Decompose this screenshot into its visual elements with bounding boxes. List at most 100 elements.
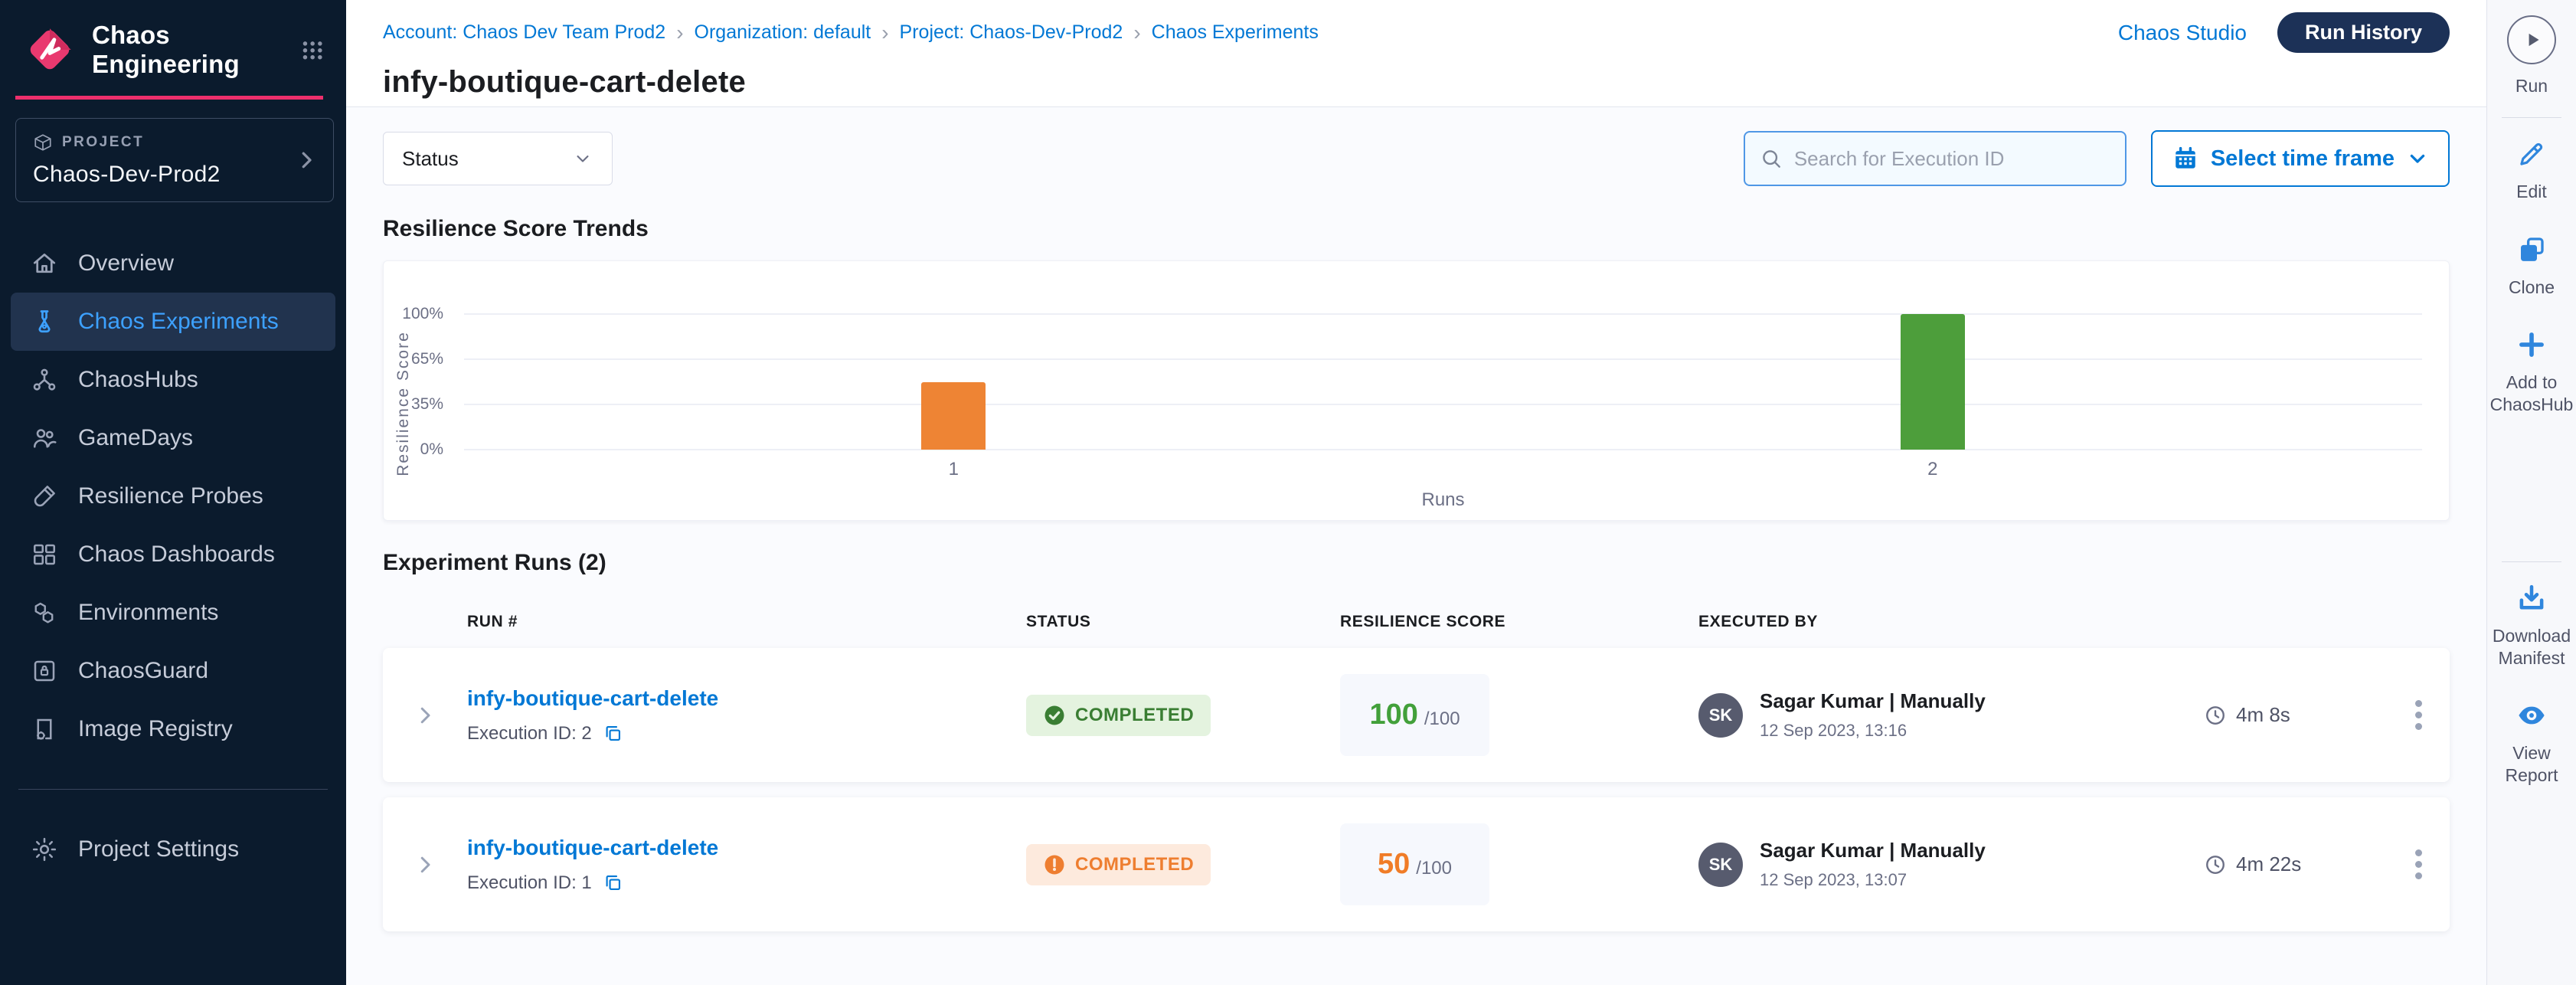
sidebar-item-label: ChaosHubs — [78, 367, 198, 393]
runs-section-title: Experiment Runs (2) — [383, 550, 2450, 576]
sidebar-item-label: Overview — [78, 250, 174, 277]
run-duration: 4m 8s — [2204, 703, 2378, 727]
y-axis-tick-label: 0% — [420, 440, 443, 459]
expand-row-chevron-icon[interactable] — [383, 853, 467, 876]
clone-icon — [2516, 234, 2548, 266]
page-title: infy-boutique-cart-delete — [383, 65, 2450, 100]
status-badge: COMPLETED — [1026, 844, 1211, 885]
download-manifest-button[interactable]: Download Manifest — [2487, 582, 2576, 669]
chart-plot-area — [464, 314, 2422, 450]
run-name-link[interactable]: infy-boutique-cart-delete — [467, 686, 1026, 711]
status-text: COMPLETED — [1075, 854, 1194, 875]
tool-label: Clone — [2509, 277, 2555, 299]
score-suffix: /100 — [1424, 708, 1460, 730]
breadcrumb-experiments-link[interactable]: Chaos Experiments — [1152, 21, 1319, 44]
sidebar-item-environments[interactable]: Environments — [11, 584, 335, 642]
search-icon — [1759, 146, 1783, 171]
sidebar-nav: Overview Chaos Experiments ChaosHubs — [0, 234, 346, 758]
play-icon — [2523, 30, 2543, 50]
resilience-score: 50 /100 — [1340, 823, 1489, 905]
sidebar-item-gamedays[interactable]: GameDays — [11, 409, 335, 467]
chart-gridline — [464, 358, 2422, 360]
breadcrumb-separator-icon: › — [1133, 22, 1140, 44]
avatar: SK — [1698, 843, 1743, 887]
sidebar-item-label: Environments — [78, 600, 218, 626]
chaos-engineering-logo-icon — [23, 23, 77, 77]
row-menu-kebab-icon[interactable] — [2408, 692, 2430, 738]
sidebar-item-label: Chaos Dashboards — [78, 542, 275, 568]
add-to-chaoshub-button[interactable]: Add to ChaosHub — [2487, 329, 2576, 416]
sidebar-item-label: ChaosGuard — [78, 658, 208, 684]
registry-icon — [31, 715, 58, 743]
expand-row-chevron-icon[interactable] — [383, 704, 467, 727]
column-header-executed-by: EXECUTED BY — [1698, 613, 2204, 631]
breadcrumb-organization-link[interactable]: Organization: default — [695, 21, 871, 44]
status-warning-icon — [1043, 853, 1066, 876]
hexagons-icon — [31, 599, 58, 627]
run-history-button[interactable]: Run History — [2277, 12, 2450, 53]
sidebar-item-chaoshubs[interactable]: ChaosHubs — [11, 351, 335, 409]
chevron-right-icon — [295, 149, 318, 172]
breadcrumb-account-link[interactable]: Account: Chaos Dev Team Prod2 — [383, 21, 665, 44]
clone-button[interactable]: Clone — [2509, 234, 2555, 299]
probe-icon — [31, 483, 58, 510]
copy-icon[interactable] — [603, 872, 623, 893]
run-name-link[interactable]: infy-boutique-cart-delete — [467, 836, 1026, 860]
sidebar-item-chaos-dashboards[interactable]: Chaos Dashboards — [11, 525, 335, 584]
main-area: Account: Chaos Dev Team Prod2 › Organiza… — [346, 0, 2486, 985]
score-suffix: /100 — [1416, 858, 1452, 879]
chaos-studio-link[interactable]: Chaos Studio — [2118, 21, 2247, 45]
clock-icon — [2204, 853, 2227, 876]
chart-bar-run-1[interactable] — [921, 382, 986, 450]
trends-section-title: Resilience Score Trends — [383, 216, 2450, 242]
sidebar-item-project-settings[interactable]: Project Settings — [11, 820, 335, 879]
search-input[interactable] — [1794, 147, 2111, 171]
sidebar-item-resilience-probes[interactable]: Resilience Probes — [11, 467, 335, 525]
select-time-frame-label: Select time frame — [2211, 146, 2395, 172]
project-selector[interactable]: PROJECT Chaos-Dev-Prod2 — [15, 118, 334, 202]
execution-id-label: Execution ID: 1 — [467, 872, 592, 894]
download-icon — [2516, 582, 2548, 614]
breadcrumb-project-link[interactable]: Project: Chaos-Dev-Prod2 — [900, 21, 1123, 44]
x-axis: 12 — [464, 459, 2422, 483]
x-axis-title: Runs — [464, 489, 2422, 511]
toolbar-divider — [2502, 561, 2561, 562]
left-sidebar: Chaos Engineering PROJECT Chaos-Dev-Prod… — [0, 0, 346, 985]
app-title: Chaos Engineering — [92, 21, 280, 79]
duration-text: 4m 22s — [2236, 852, 2301, 876]
dashboard-icon — [31, 541, 58, 568]
chart-bar-run-2[interactable] — [1901, 314, 1965, 450]
score-value: 100 — [1369, 699, 1417, 731]
content-area: Status — [346, 107, 2486, 985]
people-icon — [31, 424, 58, 452]
tool-label: Download Manifest — [2487, 625, 2576, 669]
app-root: Chaos Engineering PROJECT Chaos-Dev-Prod… — [0, 0, 2576, 985]
sidebar-item-chaosguard[interactable]: ChaosGuard — [11, 642, 335, 700]
lock-card-icon — [31, 657, 58, 685]
sidebar-item-chaos-experiments[interactable]: Chaos Experiments — [11, 293, 335, 351]
copy-icon[interactable] — [603, 723, 623, 744]
run-button[interactable] — [2507, 15, 2556, 64]
y-axis-tick-label: 100% — [402, 305, 443, 323]
status-filter-select[interactable]: Status — [383, 132, 613, 185]
tool-label: View Report — [2487, 742, 2576, 787]
score-value: 50 — [1378, 848, 1410, 881]
sidebar-item-image-registry[interactable]: Image Registry — [11, 700, 335, 758]
chart-gridline — [464, 404, 2422, 405]
sidebar-item-overview[interactable]: Overview — [11, 234, 335, 293]
row-menu-kebab-icon[interactable] — [2408, 842, 2430, 887]
edit-button[interactable]: Edit — [2516, 138, 2548, 203]
executed-on-date: 12 Sep 2023, 13:16 — [1760, 721, 1986, 741]
sidebar-divider — [18, 789, 328, 790]
cube-icon — [33, 133, 53, 152]
status-check-icon — [1043, 704, 1066, 727]
project-label: PROJECT — [62, 134, 144, 151]
project-name: Chaos-Dev-Prod2 — [33, 162, 316, 188]
flask-icon — [31, 308, 58, 335]
column-header-status: STATUS — [1026, 613, 1340, 631]
select-time-frame-button[interactable]: Select time frame — [2151, 130, 2450, 187]
chart-gridline — [464, 313, 2422, 315]
toolbar-divider — [2502, 117, 2561, 118]
app-switcher-grid-icon[interactable] — [300, 34, 325, 65]
view-report-button[interactable]: View Report — [2487, 699, 2576, 787]
